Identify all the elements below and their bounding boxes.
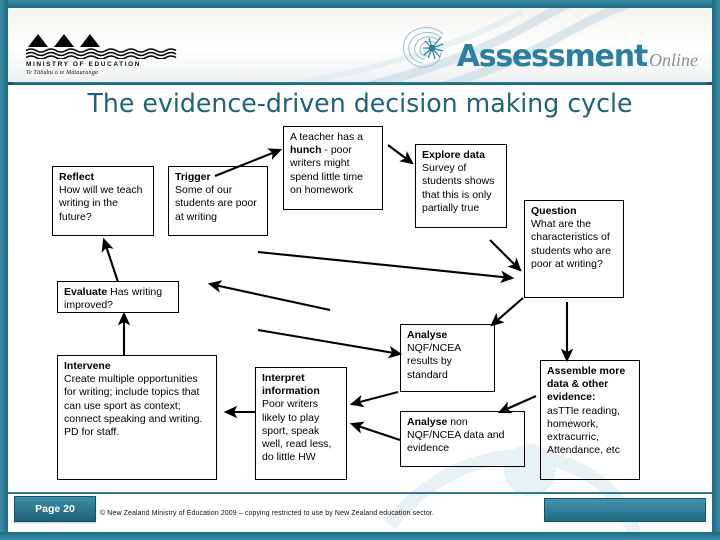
box-analyse-nqf-body: NQF/NCEA results by standard	[407, 342, 461, 381]
box-question[interactable]: Question What are the characteristics of…	[524, 200, 624, 298]
arrow-evaluate-to-reflect	[101, 237, 119, 283]
slide: MINISTRY OF EDUCATION Te Tāhuhu o te Māt…	[0, 0, 720, 540]
arrow-assemble-to-analyse-non	[497, 395, 537, 414]
box-analyse-non-nqf[interactable]: Analyse non NQF/NCEA data and evidence	[400, 411, 525, 467]
box-hunch-heading: hunch	[290, 144, 322, 157]
decision-cycle-diagram: Reflect How will we teach writing in the…	[0, 0, 720, 540]
box-explore-data-body: Survey of students shows that this is on…	[422, 162, 495, 214]
box-interpret-information-heading: Interpret information	[262, 372, 320, 398]
box-explore-data-heading: Explore data	[422, 149, 486, 161]
box-evaluate[interactable]: Evaluate Has writing improved?	[57, 281, 179, 313]
box-evaluate-heading: Evaluate	[64, 286, 108, 298]
arrow-analyse-non-to-interpret	[349, 421, 401, 441]
arrow-explore-to-question	[489, 239, 522, 272]
box-analyse-non-nqf-heading: Analyse	[407, 416, 448, 428]
box-question-heading: Question	[531, 205, 577, 217]
box-intervene-body: Create multiple opportunities for writin…	[64, 373, 203, 439]
arrow-left-to-analyse-nqf	[257, 328, 403, 359]
box-hunch[interactable]: A teacher has a hunch - poor writers mig…	[283, 126, 383, 210]
box-interpret-information-body: Poor writers likely to play sport, speak…	[262, 398, 332, 464]
box-reflect-body: How will we teach writing in the future?	[59, 184, 143, 223]
box-interpret-information[interactable]: Interpret information Poor writers likel…	[255, 367, 347, 480]
arrow-left-to-question	[257, 250, 515, 284]
box-trigger-body: Some of our students are poor at writing	[175, 184, 257, 223]
box-analyse-nqf-heading: Analyse	[407, 329, 448, 341]
box-intervene[interactable]: Intervene Create multiple opportunities …	[57, 355, 217, 480]
arrow-question-to-analyse	[490, 297, 524, 327]
arrow-hunch-to-explore	[387, 144, 414, 165]
box-reflect-heading: Reflect	[59, 171, 95, 183]
box-assemble[interactable]: Assemble more data & other evidence: asT…	[540, 360, 640, 480]
footer-divider	[8, 492, 712, 494]
box-question-body: What are the characteristics of students…	[531, 218, 611, 270]
box-reflect[interactable]: Reflect How will we teach writing in the…	[52, 166, 154, 236]
box-analyse-nqf[interactable]: Analyse NQF/NCEA results by standard	[400, 324, 495, 392]
box-hunch-lead: A teacher has a	[290, 131, 363, 143]
arrow-right-to-evaluate	[207, 280, 331, 312]
page-number-badge: Page 20	[14, 496, 96, 522]
box-assemble-heading: Assemble more data & other evidence:	[547, 365, 626, 404]
copyright-notice: © New Zealand Ministry of Education 2009…	[100, 510, 434, 517]
box-intervene-heading: Intervene	[64, 360, 111, 372]
arrow-analyse-nqf-to-interpret	[349, 390, 399, 408]
footer-accent-bar	[544, 498, 706, 522]
box-trigger[interactable]: Trigger Some of our students are poor at…	[168, 166, 268, 236]
box-trigger-heading: Trigger	[175, 171, 211, 183]
box-assemble-body: asTTle reading, homework, extracurric, A…	[547, 404, 620, 457]
box-explore-data[interactable]: Explore data Survey of students shows th…	[415, 144, 507, 228]
